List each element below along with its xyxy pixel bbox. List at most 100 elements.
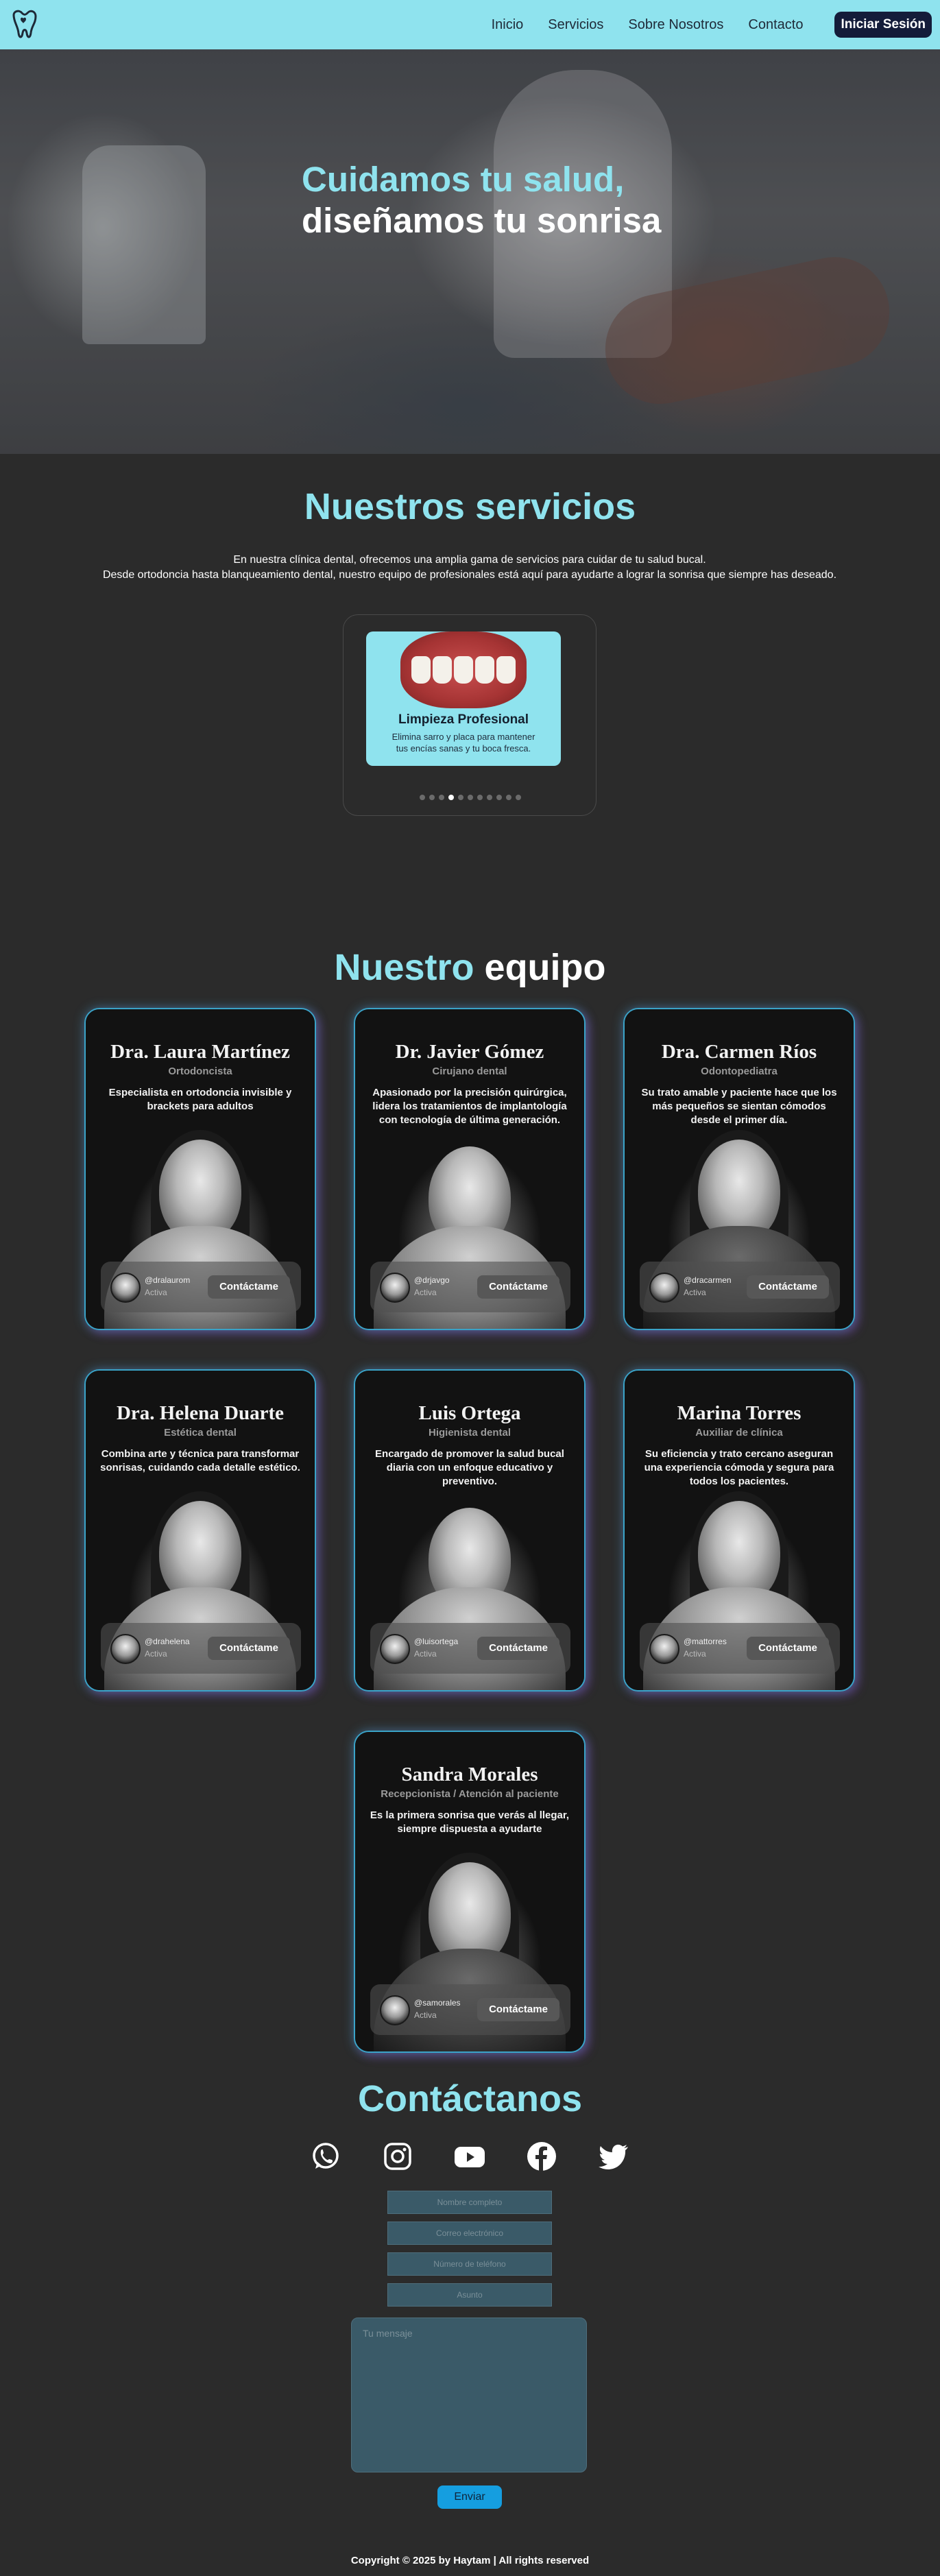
service-name: Limpieza Profesional <box>398 712 529 727</box>
member-handle: @luisortega <box>414 1637 459 1646</box>
carousel-dots <box>344 795 597 800</box>
carousel-dot[interactable] <box>420 795 425 800</box>
member-contact-bar: @drahelena Activa Contáctame <box>101 1623 301 1674</box>
member-contact-bar: @dracarmen Activa Contáctame <box>640 1262 840 1312</box>
phone-field[interactable]: Número de teléfono <box>387 2252 552 2276</box>
member-description: Encargado de promover la salud bucal dia… <box>375 1448 564 1487</box>
member-status: Activa <box>145 1649 167 1659</box>
carousel-dot[interactable] <box>477 795 483 800</box>
carousel-dot[interactable] <box>516 795 521 800</box>
member-name: Dra. Helena Duarte <box>116 1402 285 1424</box>
carousel-dot[interactable] <box>468 795 473 800</box>
member-handle: @drahelena <box>145 1637 190 1646</box>
name-field[interactable]: Nombre completo <box>387 2191 552 2214</box>
carousel-dot[interactable] <box>458 795 463 800</box>
hero-title-rest: diseñamos tu sonrisa <box>302 201 662 240</box>
team-member-card: Dr. Javier Gómez Cirujano dental Apasion… <box>354 1008 586 1330</box>
teeth-image <box>400 631 527 708</box>
contact-member-button[interactable]: Contáctame <box>477 1998 559 2021</box>
member-contact-bar: @samorales Activa Contáctame <box>370 1984 570 2035</box>
carousel-dot[interactable] <box>429 795 435 800</box>
member-role: Ortodoncista <box>168 1066 232 1077</box>
contact-member-button[interactable]: Contáctame <box>208 1275 290 1299</box>
carousel-dot-active[interactable] <box>448 795 454 800</box>
member-contact-bar: @drjavgo Activa Contáctame <box>370 1262 570 1312</box>
team-title-accent: Nuestro <box>334 947 474 988</box>
contact-member-button[interactable]: Contáctame <box>747 1637 829 1660</box>
carousel-dot[interactable] <box>487 795 492 800</box>
nav-link-contacto[interactable]: Contacto <box>748 17 803 33</box>
member-status: Activa <box>684 1649 706 1659</box>
nav-link-sobre-nosotros[interactable]: Sobre Nosotros <box>628 17 723 33</box>
member-role: Recepcionista / Atención al paciente <box>381 1788 559 1800</box>
avatar <box>649 1273 679 1303</box>
member-description: Su eficiencia y trato cercano aseguran u… <box>644 1448 834 1487</box>
avatar <box>380 1634 410 1664</box>
team-member-card: Sandra Morales Recepcionista / Atención … <box>354 1731 586 2053</box>
avatar <box>649 1634 679 1664</box>
team-title-rest: equipo <box>484 947 606 988</box>
member-role: Odontopediatra <box>701 1066 778 1077</box>
message-textarea[interactable]: Tu mensaje <box>351 2318 587 2472</box>
member-contact-bar: @luisortega Activa Contáctame <box>370 1623 570 1674</box>
team-title: Nuestro equipo <box>0 946 940 989</box>
member-description: Apasionado por la precisión quirúrgica, … <box>372 1087 567 1126</box>
social-links <box>309 2139 631 2174</box>
services-carousel[interactable]: Limpieza Profesional Elimina sarro y pla… <box>343 614 596 816</box>
login-button[interactable]: Iniciar Sesión <box>834 12 932 38</box>
member-description: Su trato amable y paciente hace que los … <box>641 1087 837 1126</box>
subject-field[interactable]: Asunto <box>387 2283 552 2307</box>
team-member-card: Luis Ortega Higienista dental Encargado … <box>354 1369 586 1692</box>
email-field[interactable]: Correo electrónico <box>387 2222 552 2245</box>
services-description-line2: Desde ortodoncia hasta blanqueamiento de… <box>102 569 837 581</box>
whatsapp-icon[interactable] <box>309 2139 343 2174</box>
member-description: Especialista en ortodoncia invisible y b… <box>108 1087 292 1112</box>
instagram-icon[interactable] <box>381 2139 415 2174</box>
youtube-icon[interactable] <box>453 2139 487 2174</box>
navbar: Inicio Servicios Sobre Nosotros Contacto… <box>0 0 940 49</box>
team-member-card: Dra. Helena Duarte Estética dental Combi… <box>84 1369 316 1692</box>
team-member-card: Marina Torres Auxiliar de clínica Su efi… <box>623 1369 855 1692</box>
member-name: Luis Ortega <box>418 1402 521 1424</box>
member-contact-bar: @mattorres Activa Contáctame <box>640 1623 840 1674</box>
team-member-card: Dra. Carmen Ríos Odontopediatra Su trato… <box>623 1008 855 1330</box>
services-description-line1: En nuestra clínica dental, ofrecemos una… <box>233 554 706 566</box>
member-handle: @drjavgo <box>414 1275 450 1285</box>
contact-member-button[interactable]: Contáctame <box>208 1637 290 1660</box>
member-name: Dra. Carmen Ríos <box>661 1041 817 1063</box>
facebook-icon[interactable] <box>525 2139 559 2174</box>
member-name: Dra. Laura Martínez <box>110 1041 290 1063</box>
contact-member-button[interactable]: Contáctame <box>747 1275 829 1299</box>
send-button[interactable]: Enviar <box>437 2485 502 2509</box>
member-status: Activa <box>414 1288 437 1297</box>
service-description: Elimina sarro y placa para mantener tus … <box>391 732 535 754</box>
avatar <box>110 1273 141 1303</box>
member-role: Estética dental <box>164 1427 237 1439</box>
member-status: Activa <box>684 1288 706 1297</box>
member-role: Higienista dental <box>428 1427 511 1439</box>
carousel-dot[interactable] <box>496 795 502 800</box>
member-role: Auxiliar de clínica <box>695 1427 783 1439</box>
nav-link-servicios[interactable]: Servicios <box>548 17 603 33</box>
team-member-card: Dra. Laura Martínez Ortodoncista Especia… <box>84 1008 316 1330</box>
services-description: En nuestra clínica dental, ofrecemos una… <box>96 553 843 583</box>
service-card[interactable]: Limpieza Profesional Elimina sarro y pla… <box>366 631 561 766</box>
avatar <box>380 1995 410 2025</box>
member-name: Sandra Morales <box>401 1764 538 1785</box>
contact-member-button[interactable]: Contáctame <box>477 1637 559 1660</box>
nav-link-inicio[interactable]: Inicio <box>492 17 524 33</box>
nav-links: Inicio Servicios Sobre Nosotros Contacto… <box>492 12 932 38</box>
member-description: Combina arte y técnica para transformar … <box>100 1448 300 1473</box>
member-role: Cirujano dental <box>432 1066 507 1077</box>
carousel-dot[interactable] <box>439 795 444 800</box>
member-handle: @samorales <box>414 1998 461 2008</box>
member-status: Activa <box>414 2010 437 2020</box>
contact-member-button[interactable]: Contáctame <box>477 1275 559 1299</box>
footer-copyright: Copyright © 2025 by Haytam | All rights … <box>350 2555 590 2566</box>
carousel-dot[interactable] <box>506 795 511 800</box>
tooth-heart-icon[interactable] <box>10 7 43 43</box>
twitter-icon[interactable] <box>596 2139 631 2174</box>
member-handle: @dracarmen <box>684 1275 732 1285</box>
member-handle: @dralaurom <box>145 1275 191 1285</box>
member-name: Marina Torres <box>677 1402 802 1424</box>
